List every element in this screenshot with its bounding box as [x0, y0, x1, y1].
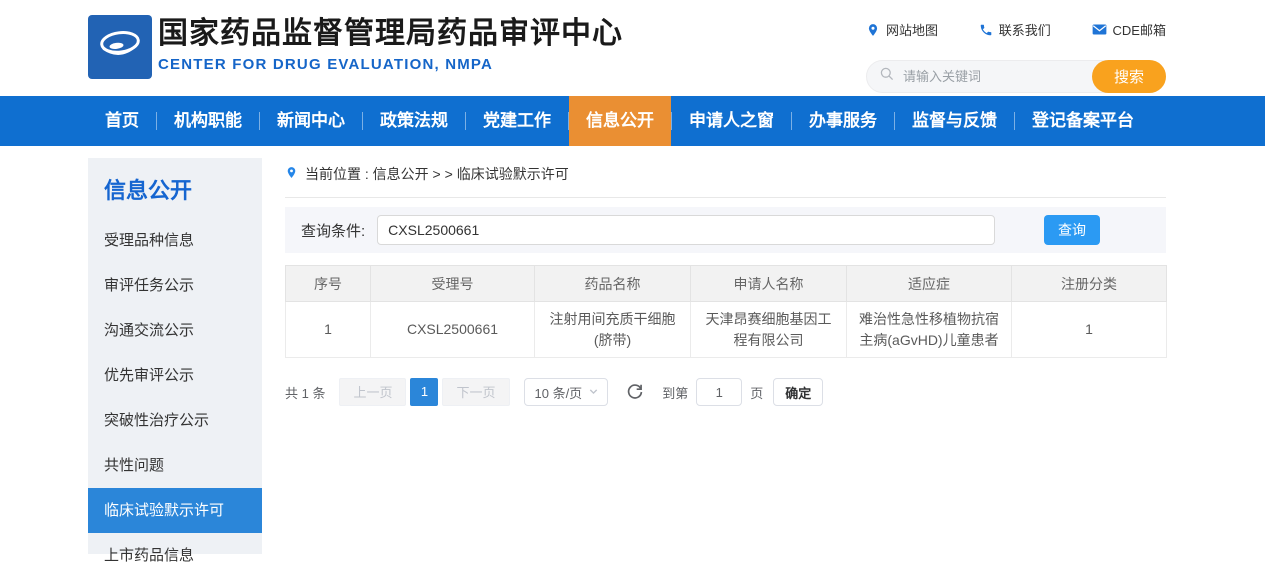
top-link-label: CDE邮箱	[1113, 20, 1166, 39]
link-sitemap[interactable]: 网站地图	[866, 20, 938, 39]
breadcrumb-text: 当前位置 : 信息公开 > > 临床试验默示许可	[305, 164, 569, 184]
sidebar-item-marketed-drugs[interactable]: 上市药品信息	[88, 533, 262, 578]
sidebar-item-breakthrough-therapy[interactable]: 突破性治疗公示	[88, 398, 262, 443]
phone-icon	[979, 23, 993, 37]
sidebar-item-priority-review[interactable]: 优先审评公示	[88, 353, 262, 398]
header-links: 网站地图 联系我们 CDE邮箱	[866, 20, 1166, 39]
column-header-indication: 适应症	[847, 266, 1012, 302]
pagination: 共 1 条 上一页 1 下一页 10 条/页	[285, 378, 1166, 406]
page-size-label: 10 条/页	[535, 383, 583, 402]
nav-item-home[interactable]: 首页	[88, 96, 156, 146]
chevron-down-icon	[588, 385, 599, 400]
search-icon	[879, 66, 895, 87]
cell-applicant: 天津昂赛细胞基因工程有限公司	[691, 302, 847, 358]
query-label: 查询条件:	[301, 220, 365, 241]
breadcrumb: 当前位置 : 信息公开 > > 临床试验默示许可	[285, 164, 1166, 198]
search-button[interactable]: 搜索	[1092, 60, 1166, 93]
brand-block: 国家药品监督管理局药品审评中心 CENTER FOR DRUG EVALUATI…	[158, 16, 623, 73]
nav-item-org-functions[interactable]: 机构职能	[157, 96, 259, 146]
top-link-label: 联系我们	[999, 20, 1051, 39]
cell-seq: 1	[286, 302, 371, 358]
sidebar-item-clinical-trial-implied-license[interactable]: 临床试验默示许可	[88, 488, 262, 533]
goto-page-input[interactable]	[696, 378, 742, 406]
goto-page-prefix: 到第	[662, 383, 688, 402]
confirm-button[interactable]: 确定	[773, 378, 823, 406]
nav-item-supervision-feedback[interactable]: 监督与反馈	[895, 96, 1014, 146]
top-link-label: 网站地图	[886, 20, 938, 39]
main-nav: 首页 机构职能 新闻中心 政策法规 党建工作 信息公开 申请人之窗 办事服务 监…	[0, 96, 1265, 146]
nav-item-news-center[interactable]: 新闻中心	[260, 96, 362, 146]
nav-item-policies[interactable]: 政策法规	[363, 96, 465, 146]
sidebar-item-communication[interactable]: 沟通交流公示	[88, 308, 262, 353]
goto-page-suffix: 页	[750, 383, 763, 402]
link-cde-mail[interactable]: CDE邮箱	[1092, 20, 1166, 39]
content-area: 信息公开 受理品种信息 审评任务公示 沟通交流公示 优先审评公示 突破性治疗公示…	[0, 146, 1265, 554]
nav-item-info-disclosure[interactable]: 信息公开	[569, 96, 671, 146]
page-size-select[interactable]: 10 条/页	[524, 378, 609, 406]
prev-page-button[interactable]: 上一页	[339, 378, 406, 406]
main-panel: 当前位置 : 信息公开 > > 临床试验默示许可 查询条件: 查询 序号 受理号…	[285, 164, 1166, 406]
cde-page: 国家药品监督管理局药品审评中心 CENTER FOR DRUG EVALUATI…	[0, 0, 1265, 554]
site-subtitle: CENTER FOR DRUG EVALUATION, NMPA	[158, 56, 623, 73]
nav-item-registration-platform[interactable]: 登记备案平台	[1015, 96, 1151, 146]
column-header-acceptance-no: 受理号	[371, 266, 535, 302]
table-header-row: 序号 受理号 药品名称 申请人名称 适应症 注册分类	[286, 266, 1167, 302]
nav-item-services[interactable]: 办事服务	[792, 96, 894, 146]
column-header-seq: 序号	[286, 266, 371, 302]
sidebar-item-accepted-varieties[interactable]: 受理品种信息	[88, 218, 262, 263]
refresh-icon[interactable]	[626, 383, 644, 401]
pagination-total: 共 1 条	[285, 383, 325, 402]
query-button[interactable]: 查询	[1044, 215, 1100, 245]
nav-item-applicant-window[interactable]: 申请人之窗	[672, 96, 791, 146]
sidebar: 信息公开 受理品种信息 审评任务公示 沟通交流公示 优先审评公示 突破性治疗公示…	[88, 158, 262, 554]
cde-logo[interactable]	[88, 15, 152, 79]
cell-acceptance-no: CXSL2500661	[371, 302, 535, 358]
query-bar: 查询条件: 查询	[285, 207, 1166, 253]
link-contact[interactable]: 联系我们	[979, 20, 1051, 39]
sidebar-title: 信息公开	[88, 158, 262, 206]
location-pin-icon	[866, 23, 880, 37]
query-input[interactable]	[377, 215, 995, 245]
sidebar-item-review-tasks[interactable]: 审评任务公示	[88, 263, 262, 308]
next-page-button[interactable]: 下一页	[442, 378, 509, 406]
cell-registration-class: 1	[1012, 302, 1167, 358]
page-number-button[interactable]: 1	[410, 378, 438, 406]
location-pin-icon	[285, 165, 298, 183]
header-search: 搜索	[866, 60, 1166, 93]
cell-indication: 难治性急性移植物抗宿主病(aGvHD)儿童患者	[847, 302, 1012, 358]
site-header: 国家药品监督管理局药品审评中心 CENTER FOR DRUG EVALUATI…	[0, 0, 1265, 96]
column-header-registration-class: 注册分类	[1012, 266, 1167, 302]
envelope-icon	[1092, 23, 1107, 36]
column-header-applicant: 申请人名称	[691, 266, 847, 302]
search-input[interactable]	[895, 69, 1084, 84]
cde-swoosh-logo-icon	[92, 17, 148, 78]
table-row: 1 CXSL2500661 注射用间充质干细胞(脐带) 天津昂赛细胞基因工程有限…	[286, 302, 1167, 358]
site-title: 国家药品监督管理局药品审评中心	[158, 16, 623, 52]
cell-drug-name: 注射用间充质干细胞(脐带)	[535, 302, 691, 358]
nav-item-party-building[interactable]: 党建工作	[466, 96, 568, 146]
sidebar-list: 受理品种信息 审评任务公示 沟通交流公示 优先审评公示 突破性治疗公示 共性问题…	[88, 218, 262, 578]
sidebar-item-common-issues[interactable]: 共性问题	[88, 443, 262, 488]
column-header-drug-name: 药品名称	[535, 266, 691, 302]
results-table: 序号 受理号 药品名称 申请人名称 适应症 注册分类 1 CXSL2500661…	[285, 265, 1167, 358]
